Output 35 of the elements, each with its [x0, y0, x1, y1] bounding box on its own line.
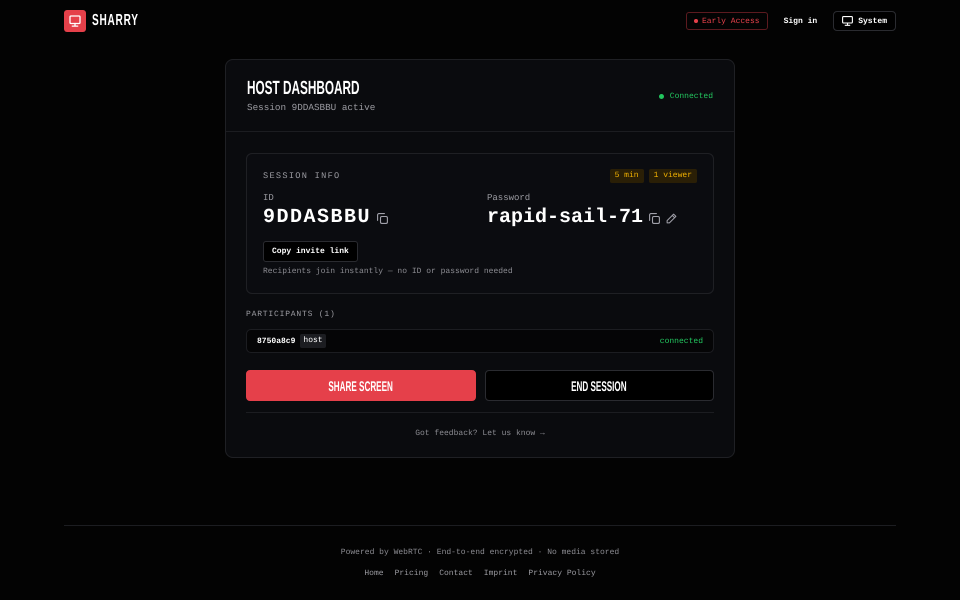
footer-tagline: Powered by WebRTC · End-to-end encrypted · No media stored — [340, 548, 620, 558]
early-access-label: Early Access — [702, 16, 760, 26]
participant-id: 8750a8c9 — [257, 336, 296, 346]
copy-invite-button[interactable]: Copy invite link — [263, 241, 358, 262]
section-heading: SESSION INFO — [263, 171, 340, 181]
field-label: ID — [263, 193, 274, 203]
invite-hint: Recipients join instantly — no ID or password needed — [263, 267, 513, 277]
footer-link[interactable]: Contact — [439, 569, 473, 579]
end-session-button[interactable]: END SESSION — [484, 370, 714, 401]
info-badge: 5 min — [610, 169, 644, 183]
share-screen-button[interactable]: SHARE SCREEN — [246, 370, 476, 401]
copy-icon[interactable] — [377, 212, 388, 224]
copy-icon[interactable] — [649, 212, 660, 224]
dashboard-title: HOST DASHBOARD — [247, 78, 360, 100]
footer-link[interactable]: Pricing — [394, 569, 428, 579]
feedback-link[interactable]: Got feedback? Let us know → — [415, 429, 545, 438]
monitor-icon — [842, 16, 854, 26]
monitor-icon[interactable] — [64, 10, 86, 32]
info-badge: 1 viewer — [648, 169, 697, 183]
session-subtitle: Session 9DDASBBU active — [247, 102, 376, 114]
field-value: rapid-sail-71 — [487, 207, 644, 229]
role-tag: host — [300, 334, 326, 348]
connection-status: Connected — [670, 92, 713, 100]
sign-in-link[interactable]: Sign in — [784, 16, 818, 26]
theme-button[interactable]: System — [833, 11, 896, 31]
pencil-icon[interactable] — [666, 212, 678, 224]
field-value: 9DDASBBU — [263, 207, 372, 229]
status-dot-icon — [694, 19, 698, 23]
footer-link[interactable]: Home — [364, 569, 384, 579]
brand-name[interactable]: SHARRY — [92, 12, 139, 30]
footer-link[interactable]: Imprint — [484, 569, 518, 579]
section-heading: PARTICIPANTS (1) — [246, 310, 336, 320]
field-label: Password — [487, 193, 530, 203]
footer-link[interactable]: Privacy Policy — [528, 569, 596, 579]
participant-status: connected — [660, 336, 703, 346]
